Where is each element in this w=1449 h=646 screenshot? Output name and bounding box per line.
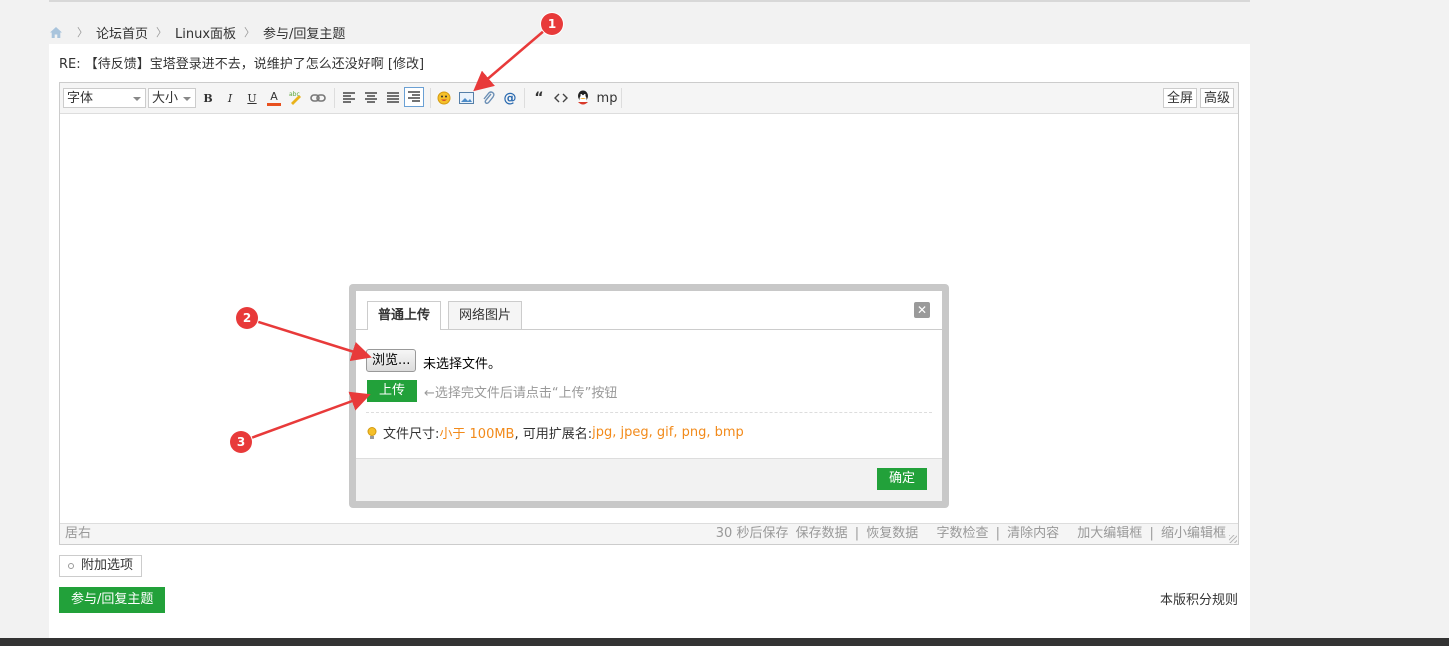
status-separator: | [995,526,1000,541]
bold-button[interactable]: B [201,89,215,107]
breadcrumb-separator: 〉 [244,26,256,39]
attachment-icon[interactable] [480,89,496,107]
chevron-down-icon [133,97,141,101]
link-icon[interactable] [310,89,326,107]
points-rules-link[interactable]: 本版积分规则 [1160,589,1238,608]
svg-text:abc: abc [289,91,300,98]
tab-local-upload[interactable]: 普通上传 [367,301,442,330]
shrink-editor-link[interactable]: 缩小编辑框 [1161,526,1226,541]
tab-network-image[interactable]: 网络图片 [448,301,523,329]
save-data-link[interactable]: 保存数据 [796,526,848,541]
enlarge-editor-link[interactable]: 加大编辑框 [1077,526,1142,541]
attach-options-button[interactable]: 附加选项 [59,555,143,577]
file-size-label: 文件尺寸: [383,427,440,442]
font-size-label: 大小 [152,91,179,106]
image-icon[interactable] [458,89,474,107]
resize-handle-icon[interactable] [1229,535,1237,543]
confirm-button[interactable]: 确定 [877,468,927,490]
bottom-bar [0,638,1449,646]
font-family-label: 字体 [67,91,94,106]
breadcrumb-separator: 〉 [77,26,88,39]
word-count-link[interactable]: 字数检查 [936,526,988,541]
font-family-select[interactable]: 字体 [63,88,146,108]
annotation-marker-1: 1 [541,13,563,35]
qq-penguin-icon[interactable] [575,89,591,107]
chevron-down-icon [183,97,191,101]
align-right-icon[interactable] [404,87,424,107]
thread-subject: RE: 【待反馈】宝塔登录进不去，说维护了怎么还没好啊 [修改] [59,57,425,72]
extension-value: jpg, jpeg, gif, png, bmp [592,425,744,440]
toolbar-divider [621,88,622,108]
font-color-label: A [270,89,278,103]
underline-button[interactable]: U [245,89,259,107]
browse-file-button[interactable]: 浏览... [366,349,417,372]
breadcrumb-separator: 〉 [156,26,168,39]
breadcrumb-reply: 参与/回复主题 [263,26,346,42]
code-icon[interactable] [553,89,569,107]
clear-content-link[interactable]: 清除内容 [1007,526,1059,541]
submit-reply-button[interactable]: 参与/回复主题 [59,587,166,613]
breadcrumb: 〉 论坛首页 〉 Linux面板 〉 参与/回复主题 [49,22,345,42]
toolbar-divider [524,88,525,108]
fullscreen-button[interactable]: 全屏 [1163,88,1198,108]
autosave-countdown: 30 秒后保存 [715,526,789,541]
align-justify-icon[interactable] [385,89,401,107]
restore-data-link[interactable]: 恢复数据 [866,526,918,541]
align-center-icon[interactable] [363,89,379,107]
font-size-select[interactable]: 大小 [148,88,196,108]
highlight-icon[interactable]: abc [288,89,304,107]
attach-options-label: 附加选项 [81,558,134,573]
bullet-icon [68,563,74,569]
mp-button[interactable]: mp [596,89,618,107]
color-swatch [267,102,281,106]
dialog-tabs: 普通上传 网络图片 ✕ [356,291,942,330]
home-icon[interactable] [49,26,63,39]
toolbar-divider [430,88,431,108]
breadcrumb-forum-home[interactable]: 论坛首页 [96,23,148,42]
lightbulb-icon [367,426,377,439]
status-alignment: 居右 [65,526,92,541]
breadcrumb-linux-panel[interactable]: Linux面板 [175,23,236,42]
quote-icon[interactable]: “ [531,89,547,107]
file-constraints: 文件尺寸: 小于 100MB , 可用扩展名: jpg, jpeg, gif, … [367,423,744,442]
status-actions: 30 秒后保存 保存数据 | 恢复数据 字数检查 | 清除内容 加大编辑框 | … [713,524,1226,544]
smiley-icon[interactable] [436,89,452,107]
at-mention-icon[interactable]: @ [502,89,518,107]
align-left-icon[interactable] [341,89,357,107]
advanced-mode-button[interactable]: 高级 [1200,88,1235,108]
status-separator: | [1149,526,1154,541]
upload-hint: ←选择完文件后请点击“上传”按钮 [424,386,618,401]
image-upload-dialog: 普通上传 网络图片 ✕ 浏览... 未选择文件。 上传 ←选择完文件后请点击“上… [349,284,949,508]
editor-toolbar: 字体 大小 B I U A abc @ “ mp 全屏 高级 [60,83,1238,114]
editor-statusbar: 居右 30 秒后保存 保存数据 | 恢复数据 字数检查 | 清除内容 加大编辑框… [60,523,1238,544]
file-size-value: 小于 100MB [439,427,515,442]
font-color-button[interactable]: A [266,89,282,107]
toolbar-divider [334,88,335,108]
italic-button[interactable]: I [223,89,237,107]
annotation-marker-3: 3 [230,431,252,453]
extension-label: , 可用扩展名: [514,427,593,442]
status-separator: | [854,526,860,541]
no-file-selected-text: 未选择文件。 [423,357,502,372]
upload-button[interactable]: 上传 [367,380,417,402]
annotation-marker-2: 2 [236,307,258,329]
dialog-body: 普通上传 网络图片 ✕ 浏览... 未选择文件。 上传 ←选择完文件后请点击“上… [356,291,942,501]
dialog-divider [366,412,932,413]
dialog-footer: 确定 [356,458,942,501]
close-icon[interactable]: ✕ [914,302,930,318]
top-divider [49,0,1250,2]
